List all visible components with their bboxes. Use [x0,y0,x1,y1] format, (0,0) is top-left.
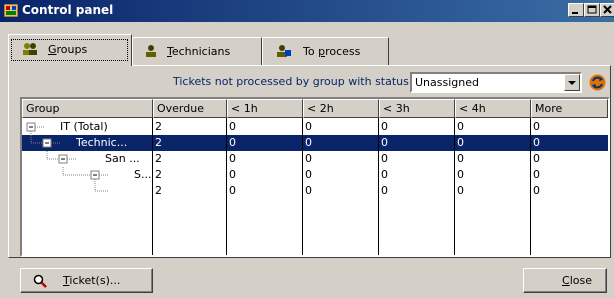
tab-to-process-label-pre: To [303,45,319,58]
lt1h-value: 0 [229,152,236,165]
table-row[interactable]: San ... 2 0 0 0 0 0 [22,151,608,167]
lt1h-value: 0 [229,184,236,197]
groups-table[interactable]: Group Overdue < 1h < 2h < 3h < 4h More I… [20,97,610,257]
technician-icon [146,45,156,57]
close-window-button[interactable] [600,3,614,17]
more-value: 0 [533,136,540,149]
view-tickets-label-post: icket(s)... [69,274,121,287]
tab-to-process-label-post: rocess [325,45,361,58]
tab-to-process-label-accel: p [318,45,326,58]
lt4h-value: 0 [457,136,464,149]
lt2h-value: 0 [305,152,312,165]
column-header-group[interactable]: Group [22,99,153,118]
lt1h-value: 0 [229,168,236,181]
close-icon [603,5,612,14]
column-header-3h[interactable]: < 3h [379,99,455,118]
lt2h-value: 0 [305,184,312,197]
window-title: Control panel [22,3,114,17]
lt3h-value: 0 [381,152,388,165]
column-divider [378,118,379,255]
overdue-value: 2 [155,136,162,149]
tree-leaf-connector-icon [94,183,108,192]
lt4h-value: 0 [457,184,464,197]
lt1h-value: 0 [229,136,236,149]
more-value: 0 [533,120,540,133]
column-divider [226,118,227,255]
minimize-button[interactable] [568,3,584,17]
lt3h-value: 0 [381,136,388,149]
tab-groups[interactable]: Groups [8,34,132,66]
status-filter-label: Tickets not processed by group with stat… [173,75,413,88]
table-row[interactable]: S... 2 0 0 0 0 0 [22,167,608,183]
group-name: IT (Total) [60,120,108,133]
tab-to-process-label: To process [303,45,360,58]
more-value: 0 [533,152,540,165]
view-tickets-label: Ticket(s)... [63,274,120,287]
refresh-icon [589,74,606,91]
lt2h-value: 0 [305,120,312,133]
group-name: San ... [105,152,140,165]
status-select-dropdown-button[interactable] [564,74,580,91]
table-row[interactable]: 2 0 0 0 0 0 [22,183,608,199]
lt3h-value: 0 [381,120,388,133]
maximize-button[interactable] [584,3,600,17]
lt3h-value: 0 [381,168,388,181]
overdue-value: 2 [155,152,162,165]
lt1h-value: 0 [229,120,236,133]
status-select-value: Unassigned [415,76,479,89]
to-process-icon [277,45,291,57]
tree-collapse-icon [26,122,44,135]
column-divider [302,118,303,255]
overdue-value: 2 [155,168,162,181]
group-name: S... [134,168,152,181]
column-divider [152,118,153,255]
title-bar[interactable]: Control panel [0,0,614,22]
tree-collapse-icon [62,167,108,183]
chevron-down-icon [568,81,576,85]
close-label: Close [562,274,592,287]
lt2h-value: 0 [305,168,312,181]
tree-collapse-icon [46,151,76,164]
lt4h-value: 0 [457,168,464,181]
close-button[interactable]: Close [523,268,607,293]
search-icon [33,274,47,288]
more-value: 0 [533,184,540,197]
maximize-icon [587,5,597,14]
refresh-button[interactable] [587,72,608,93]
lt4h-value: 0 [457,120,464,133]
tab-technicians-label-post: echnicians [171,45,231,58]
more-value: 0 [533,168,540,181]
column-divider [530,118,531,255]
column-header-2h[interactable]: < 2h [303,99,379,118]
group-icon [23,43,37,55]
tab-technicians[interactable]: Technicians [132,37,262,65]
lt2h-value: 0 [305,136,312,149]
minimize-icon [572,12,578,14]
tab-groups-label: Groups [48,43,87,56]
tab-to-process[interactable]: To process [262,37,389,65]
group-name: Technic... [76,136,128,149]
lt3h-value: 0 [381,184,388,197]
table-row[interactable]: IT (Total) 2 0 0 0 0 0 [22,119,608,135]
tab-groups-label-accel: G [48,43,57,56]
table-row[interactable]: Technic... 2 0 0 0 0 0 [22,135,608,151]
lt4h-value: 0 [457,152,464,165]
view-tickets-button[interactable]: Ticket(s)... [20,268,153,293]
overdue-value: 2 [155,120,162,133]
close-label-post: lose [569,274,592,287]
column-header-overdue[interactable]: Overdue [153,99,227,118]
column-header-more[interactable]: More [531,99,608,118]
status-select[interactable]: Unassigned [410,72,582,93]
tab-groups-label-post: roups [56,43,88,56]
column-header-1h[interactable]: < 1h [227,99,303,118]
control-panel-icon [4,4,18,17]
tab-technicians-label: Technicians [167,45,230,58]
overdue-value: 2 [155,184,162,197]
close-label-accel: C [562,274,570,287]
column-header-4h[interactable]: < 4h [455,99,531,118]
column-divider [454,118,455,255]
